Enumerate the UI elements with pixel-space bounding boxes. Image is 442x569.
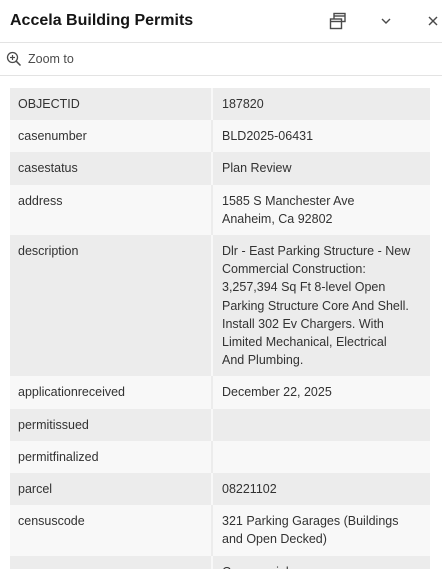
action-bar: Zoom to [0,42,442,76]
attribute-value: Plan Review [212,152,430,185]
attribute-key: OBJECTID [10,88,213,121]
attribute-row: description Dlr - East Parking Structure … [10,235,430,377]
attribute-value: 1585 S Manchester Ave Anaheim, Ca 92802 [212,184,430,236]
attribute-value: Commercial [212,555,430,569]
attribute-key: description [10,235,213,377]
attribute-key: address [10,184,213,236]
attribute-row: applicationreceived December 22, 2025 [10,376,430,409]
attribute-table: OBJECTID 187820 casenumber BLD2025-06431 cas… [10,88,430,569]
attribute-value [212,440,430,474]
attribute-key: censuscode [10,505,213,556]
attribute-value: December 22, 2025 [212,376,430,409]
close-button[interactable] [420,8,442,34]
zoom-in-icon [6,51,22,67]
attribute-row: parcel 08221102 [10,473,430,506]
attribute-key: applicationreceived [10,376,213,409]
attribute-row: casenumber BLD2025-06431 [10,120,430,153]
attribute-row: permitfinalized [10,440,430,474]
zoom-to-label: Zoom to [28,52,74,66]
attribute-value: 321 Parking Garages (Buildings and Open … [212,505,430,556]
attribute-row: censuscode 321 Parking Garages (Buildings… [10,505,430,556]
attribute-key: casestatus [10,152,213,185]
attribute-key: casenumber [10,120,213,153]
zoom-to-button[interactable]: Zoom to [6,51,74,67]
popup-header: Accela Building Permits [0,0,442,42]
attribute-key: permitissued [10,408,213,441]
dock-icon [329,12,346,30]
attribute-value [212,408,430,441]
attribute-value: BLD2025-06431 [212,120,430,153]
close-icon [428,16,438,26]
attribute-key: parcel [10,473,213,506]
attribute-value: 08221102 [212,473,430,506]
attribute-row: casestatus Plan Review [10,152,430,185]
attribute-row: OBJECTID 187820 [10,88,430,121]
attribute-key: comres [10,555,213,569]
attribute-key: permitfinalized [10,440,213,474]
attribute-value: Dlr - East Parking Structure - New Comme… [212,235,430,377]
attribute-row: permitissued [10,408,430,441]
collapse-button[interactable] [373,8,399,34]
feature-popup: Accela Building Permits Zoom to OBJECTID… [0,0,442,569]
chevron-down-icon [381,18,391,24]
attribute-table-container: OBJECTID 187820 casenumber BLD2025-06431 cas… [10,88,430,569]
attribute-row: comresCommercial [10,555,430,569]
dock-button[interactable] [325,8,351,34]
attribute-row: address 1585 S Manchester Ave Anaheim, Ca… [10,184,430,236]
attribute-value: 187820 [212,88,430,121]
